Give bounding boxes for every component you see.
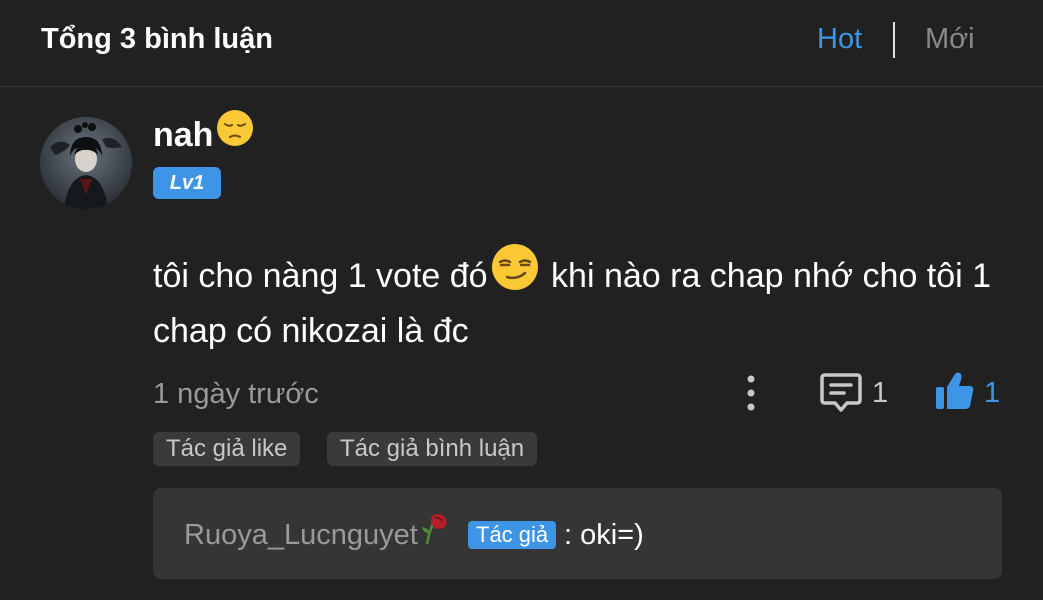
- comment-username[interactable]: nah: [153, 110, 255, 158]
- sort-new-tab[interactable]: Mới: [925, 20, 975, 58]
- level-badge: Lv1: [153, 167, 221, 199]
- sort-divider: [893, 22, 895, 58]
- pensive-face-icon: [215, 108, 255, 158]
- comment-count-title: Tổng 3 bình luận: [41, 23, 273, 55]
- comment-icon: [820, 373, 862, 412]
- comments-header: Tổng 3 bình luận Hot Mới: [0, 0, 1043, 87]
- author-replied-tag: Tác giả bình luận: [327, 432, 538, 466]
- reply-text: : oki=): [564, 519, 644, 551]
- username-text: nah: [153, 116, 214, 154]
- comment-timestamp: 1 ngày trước: [153, 378, 319, 410]
- reply-preview[interactable]: Ruoya_Lucnguyet Tác giả : oki=): [153, 488, 1002, 579]
- reply-count: 1: [872, 377, 889, 409]
- reply-author[interactable]: Ruoya_Lucnguyet: [184, 513, 451, 555]
- avatar[interactable]: [40, 117, 132, 209]
- wilted-rose-icon: [419, 512, 451, 555]
- comment-body: tôi cho nàng 1 vote đó khi nào ra chap n…: [153, 244, 1013, 356]
- comment-text-part1: tôi cho nàng 1 vote đó: [153, 256, 488, 295]
- sort-hot-tab[interactable]: Hot: [817, 20, 862, 58]
- smirking-face-icon: [490, 242, 540, 306]
- like-button[interactable]: 1: [934, 370, 1014, 414]
- like-count: 1: [984, 377, 1001, 409]
- thumbs-up-icon: [936, 372, 974, 409]
- author-liked-tag: Tác giả like: [153, 432, 301, 466]
- author-badge: Tác giả: [468, 521, 557, 549]
- more-vertical-icon: [747, 375, 755, 411]
- more-options-button[interactable]: [736, 374, 766, 412]
- reply-button[interactable]: 1: [820, 370, 900, 414]
- reply-author-name: Ruoya_Lucnguyet: [184, 519, 418, 551]
